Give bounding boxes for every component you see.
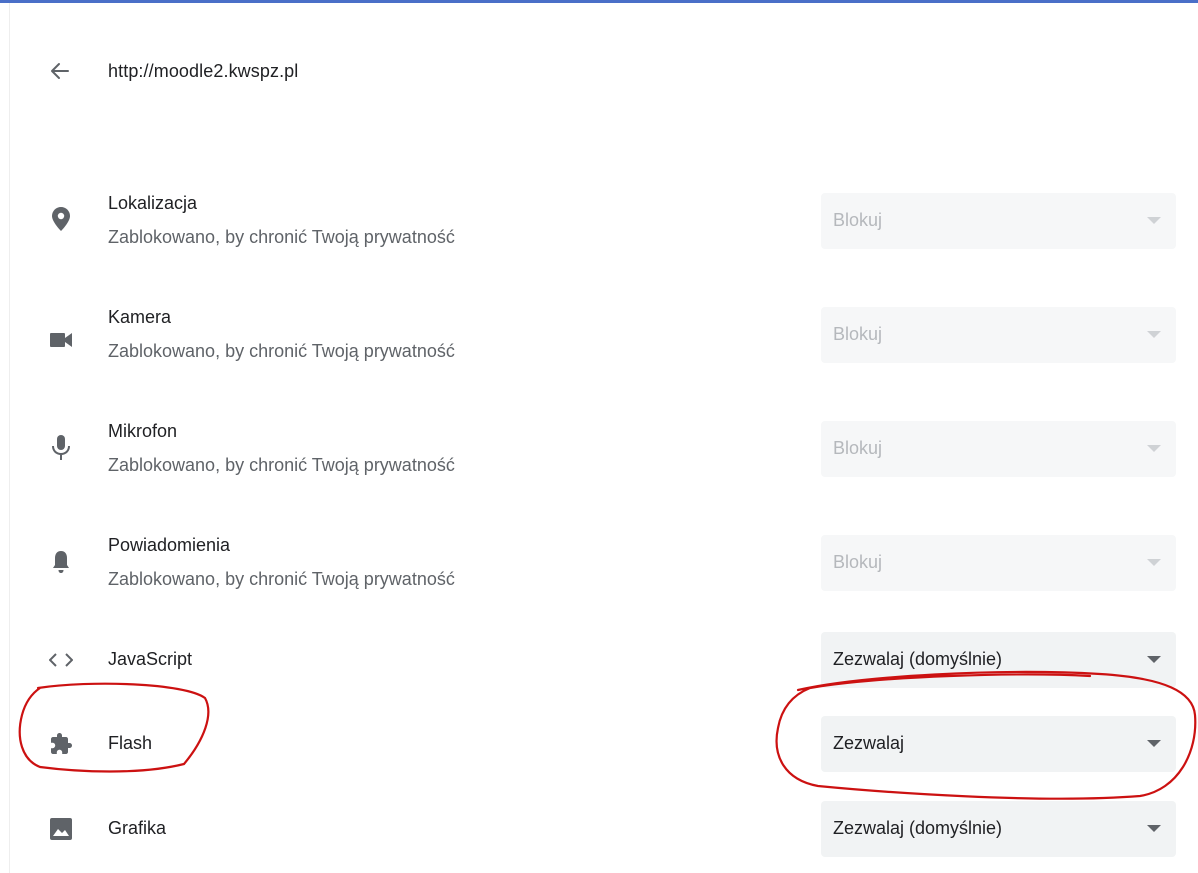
select-value: Blokuj	[833, 324, 883, 344]
permission-row-location: Lokalizacja Zablokowano, by chronić Twoj…	[10, 191, 1198, 261]
select-value: Zezwalaj (domyślnie)	[833, 649, 1003, 669]
permission-title: Mikrofon	[108, 421, 178, 441]
select-value: Zezwalaj (domyślnie)	[833, 818, 1003, 838]
permission-subtitle: Zablokowano, by chronić Twoją prywatność	[108, 341, 455, 361]
permission-row-javascript: JavaScript Zezwalaj (domyślnie)	[10, 632, 1198, 688]
back-button[interactable]	[44, 55, 76, 87]
dropdown-arrow-icon	[1147, 331, 1161, 338]
notifications-select[interactable]: Blokuj	[821, 535, 1176, 591]
code-brackets-icon	[48, 647, 74, 673]
select-value: Blokuj	[833, 438, 883, 458]
site-url: http://moodle2.kwspz.pl	[108, 61, 299, 81]
camera-select[interactable]: Blokuj	[821, 307, 1176, 363]
site-header: http://moodle2.kwspz.pl	[10, 3, 1198, 143]
select-value: Zezwalaj	[833, 733, 905, 753]
dropdown-arrow-icon	[1147, 559, 1161, 566]
permission-row-flash: Flash Zezwalaj	[10, 716, 1198, 772]
dropdown-arrow-icon	[1147, 217, 1161, 224]
permission-subtitle: Zablokowano, by chronić Twoją prywatność	[108, 569, 455, 589]
dropdown-arrow-icon	[1147, 740, 1161, 747]
permission-title: Kamera	[108, 307, 172, 327]
flash-select[interactable]: Zezwalaj	[821, 716, 1176, 772]
permission-subtitle: Zablokowano, by chronić Twoją prywatność	[108, 455, 455, 475]
select-value: Blokuj	[833, 210, 883, 230]
location-pin-icon	[48, 206, 74, 232]
bell-icon	[48, 549, 74, 575]
permission-row-notifications: Powiadomienia Zablokowano, by chronić Tw…	[10, 533, 1198, 603]
microphone-icon	[48, 435, 74, 461]
permission-row-images: Grafika Zezwalaj (domyślnie)	[10, 801, 1198, 857]
permission-row-microphone: Mikrofon Zablokowano, by chronić Twoją p…	[10, 419, 1198, 489]
dropdown-arrow-icon	[1147, 445, 1161, 452]
select-value: Blokuj	[833, 552, 883, 572]
permission-title: Powiadomienia	[108, 535, 231, 555]
puzzle-piece-icon	[48, 731, 74, 757]
dropdown-arrow-icon	[1147, 656, 1161, 663]
permission-row-camera: Kamera Zablokowano, by chronić Twoją pry…	[10, 305, 1198, 375]
dropdown-arrow-icon	[1147, 825, 1161, 832]
permission-title: JavaScript	[108, 649, 193, 669]
images-select[interactable]: Zezwalaj (domyślnie)	[821, 801, 1176, 857]
image-icon	[48, 816, 74, 842]
permission-title: Lokalizacja	[108, 193, 198, 213]
microphone-select[interactable]: Blokuj	[821, 421, 1176, 477]
videocam-icon	[48, 327, 74, 353]
site-settings-panel: http://moodle2.kwspz.pl Lokalizacja Zabl…	[9, 3, 1198, 873]
permission-title: Flash	[108, 733, 153, 753]
permission-title: Grafika	[108, 818, 167, 838]
javascript-select[interactable]: Zezwalaj (domyślnie)	[821, 632, 1176, 688]
location-select[interactable]: Blokuj	[821, 193, 1176, 249]
permission-subtitle: Zablokowano, by chronić Twoją prywatność	[108, 227, 455, 247]
arrow-left-icon	[51, 63, 69, 79]
